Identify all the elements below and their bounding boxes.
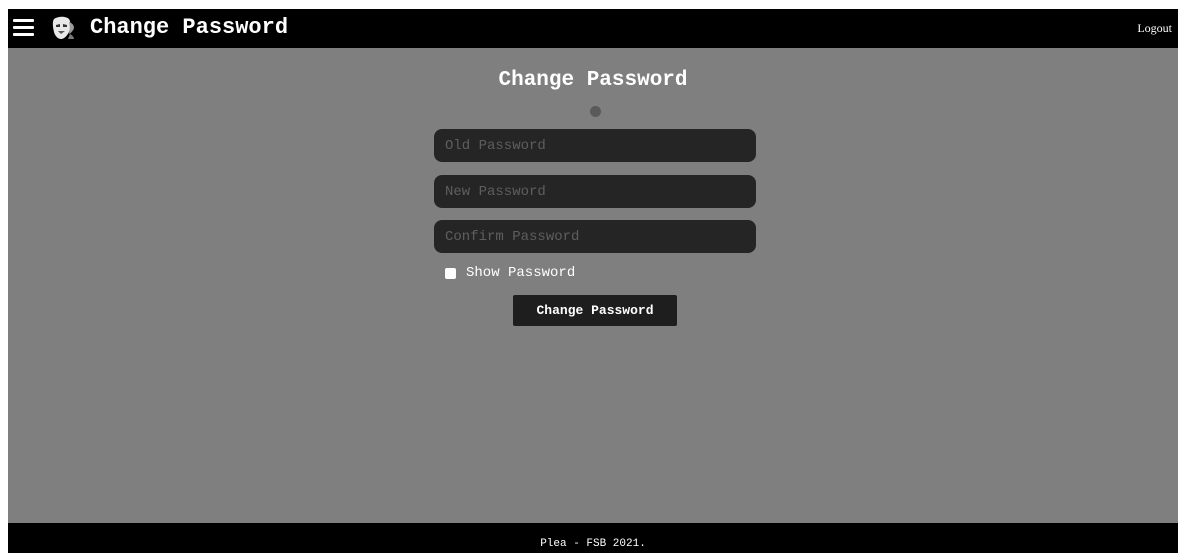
top-bar: Change Password Logout [8,9,1178,48]
show-password-label: Show Password [466,265,576,281]
logout-link[interactable]: Logout [1137,21,1172,35]
footer-copyright: Plea - FSB 2021. [540,538,646,550]
change-password-button[interactable]: Change Password [513,295,677,326]
confirm-password-input[interactable] [434,220,756,253]
page-heading: Change Password [498,69,688,92]
masked-face-logo-icon [52,16,74,39]
old-password-input[interactable] [434,129,756,162]
app-title: Change Password [90,15,289,40]
new-password-input[interactable] [434,175,756,208]
hamburger-menu-icon[interactable] [13,19,34,36]
footer: Plea - FSB 2021. [8,523,1178,553]
show-password-checkbox[interactable] [445,267,456,279]
show-password-toggle[interactable]: Show Password [445,265,575,281]
loading-indicator-dot [590,106,601,117]
app-window: Change Password Logout Change Password S… [8,9,1178,553]
